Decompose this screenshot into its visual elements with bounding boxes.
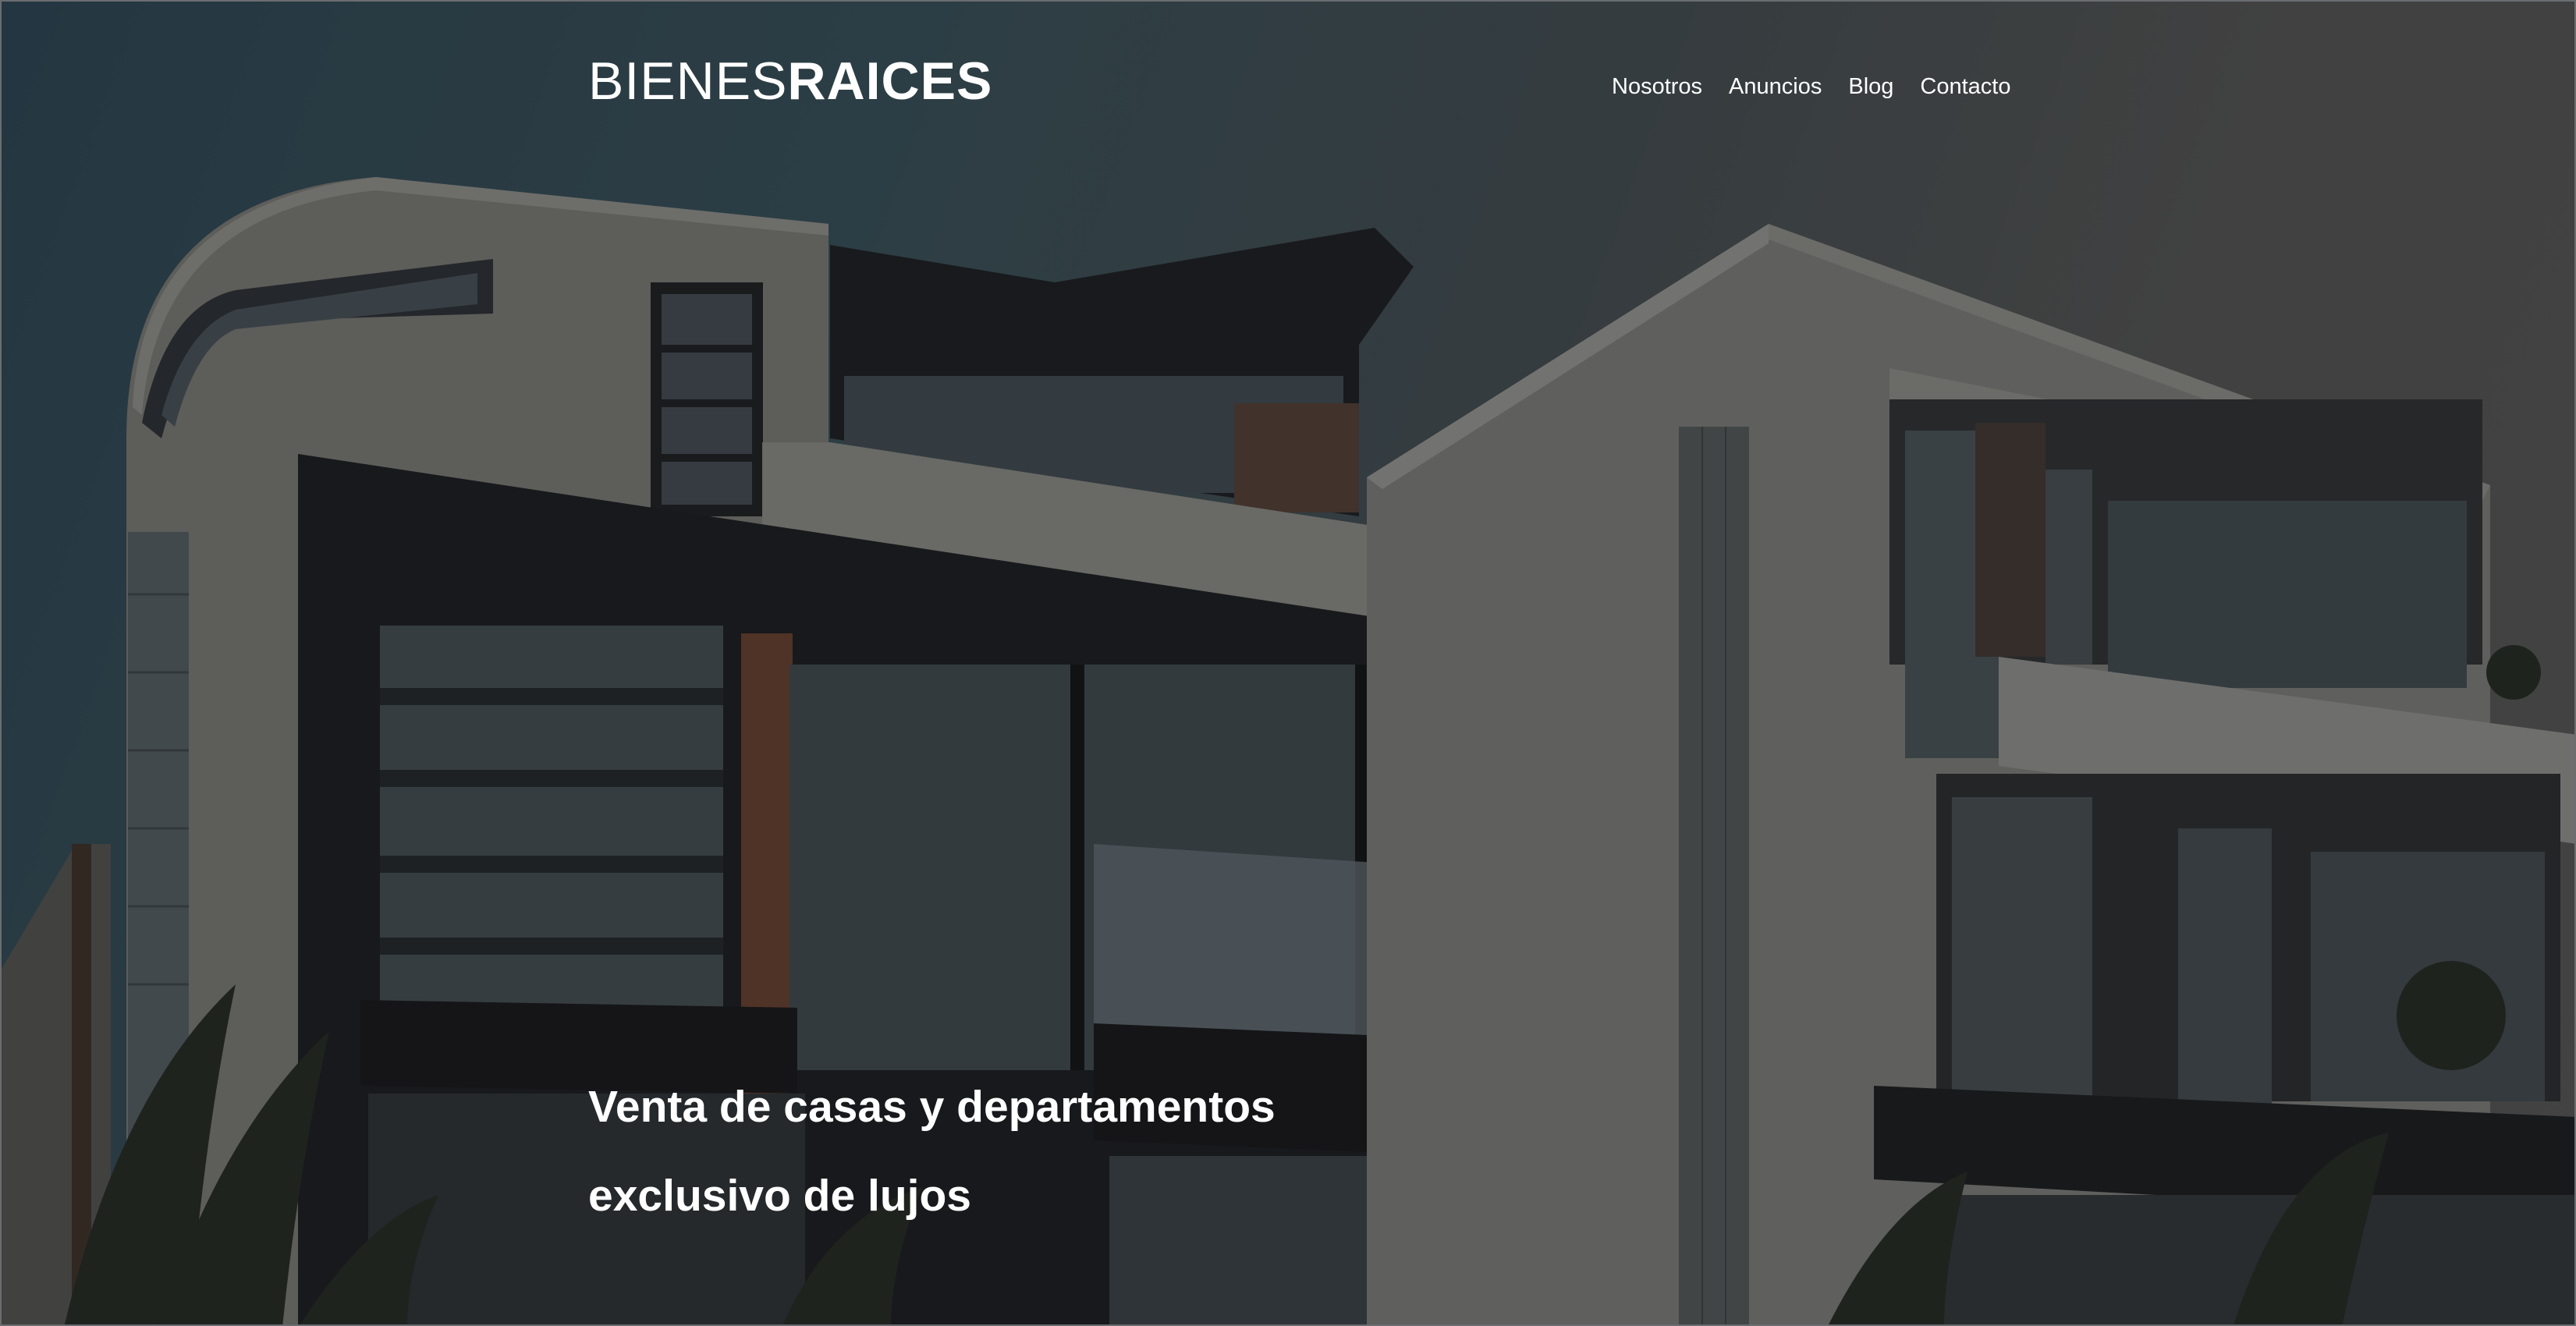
site-logo[interactable]: BIENESRAICES bbox=[588, 50, 992, 112]
logo-text-light: BIENES bbox=[588, 51, 788, 111]
site-header: BIENESRAICES Nosotros Anuncios Blog Cont… bbox=[2, 2, 2574, 165]
hero-section: BIENESRAICES Nosotros Anuncios Blog Cont… bbox=[0, 0, 2576, 1326]
hero-heading-line2: exclusivo de lujos bbox=[588, 1171, 972, 1221]
nav-link-contacto[interactable]: Contacto bbox=[1920, 70, 2010, 103]
hero-heading: Venta de casas y departamentos exclusivo… bbox=[588, 1062, 1524, 1240]
main-navigation: Nosotros Anuncios Blog Contacto bbox=[1612, 70, 2010, 103]
logo-text-bold: RAICES bbox=[787, 51, 993, 111]
hero-heading-line1: Venta de casas y departamentos bbox=[588, 1082, 1276, 1132]
hero-heading-block: Venta de casas y departamentos exclusivo… bbox=[588, 1062, 1524, 1240]
nav-link-blog[interactable]: Blog bbox=[1848, 70, 1893, 103]
nav-link-nosotros[interactable]: Nosotros bbox=[1612, 70, 1702, 103]
nav-link-anuncios[interactable]: Anuncios bbox=[1729, 70, 1822, 103]
